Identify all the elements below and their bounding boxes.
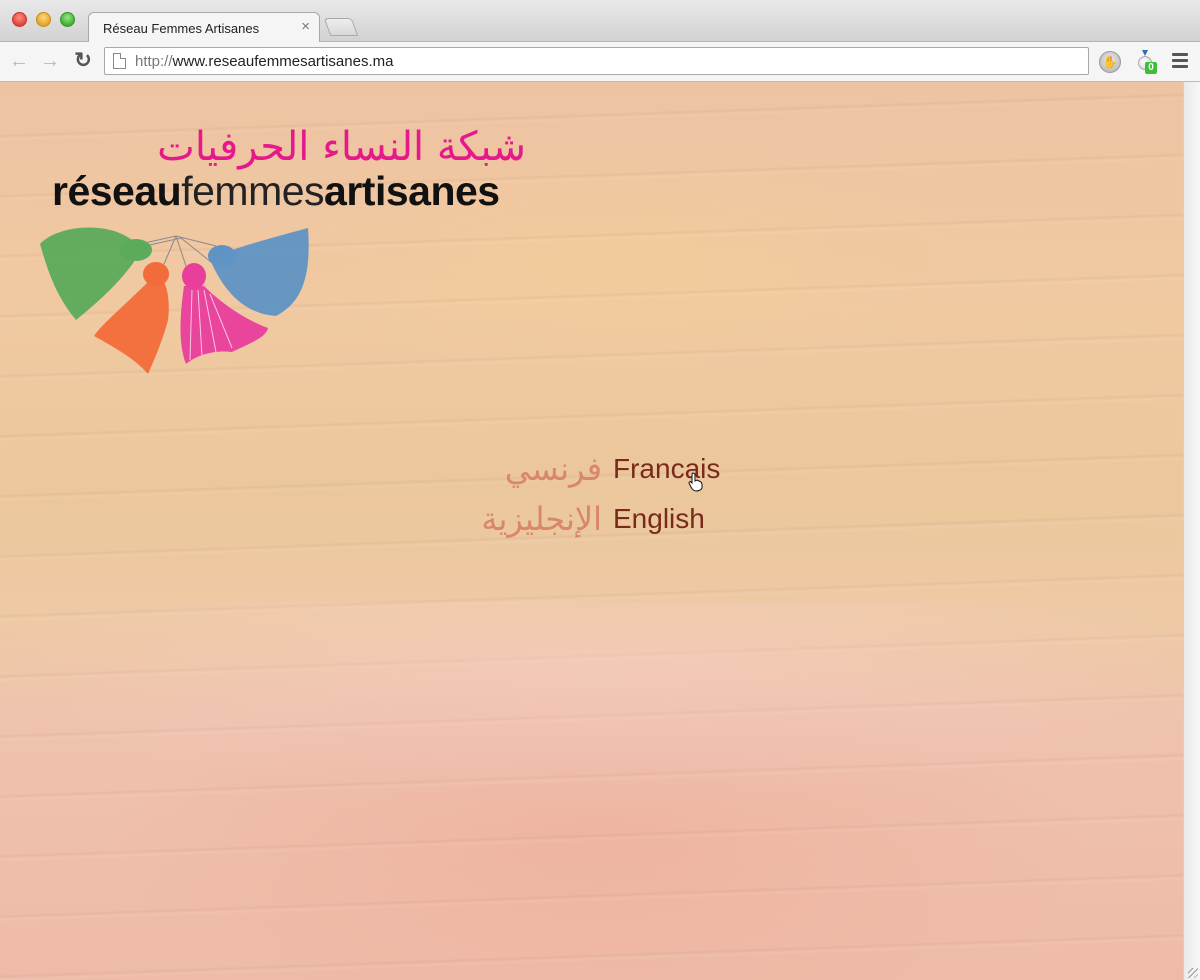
language-link-english[interactable]: الإنجليزية English [440,500,760,550]
back-arrow-icon[interactable]: ← [7,49,31,73]
extension-badge-icon[interactable]: 0 [1136,50,1157,74]
reload-icon[interactable]: ↻ [71,49,95,73]
tassels-logo-icon [40,227,309,374]
tab-title: Réseau Femmes Artisanes [103,21,260,36]
extension-hand-icon[interactable]: ✋ [1099,51,1121,73]
browser-titlebar: Réseau Femmes Artisanes × [0,0,1200,43]
browser-chrome: Réseau Femmes Artisanes × ← → ↻ http://w… [0,0,1200,82]
window-close-button[interactable] [12,12,27,27]
hand-cursor-icon [688,472,703,492]
new-tab-button[interactable] [323,18,359,36]
language-french-arabic[interactable]: فرنسي [505,450,602,488]
logo-word-femmes: femmes [181,168,325,214]
page-viewport: شبكة النساء الحرفيات réseaufemmesartisan… [0,82,1183,980]
logo-latin-text: réseaufemmesartisanes [52,168,500,215]
logo-arabic-text: شبكة النساء الحرفيات [157,124,526,170]
url-host: www.reseaufemmesartisanes.ma [172,53,394,70]
window-maximize-button[interactable] [60,12,75,27]
language-french-label[interactable]: Francais [613,453,720,485]
badge-count: 0 [1145,62,1157,74]
page-icon [113,53,126,69]
language-english-arabic[interactable]: الإنجليزية [481,500,602,538]
tab-close-icon[interactable]: × [301,18,310,35]
browser-toolbar: ← → ↻ http://www.reseaufemmesartisanes.m… [0,42,1200,82]
language-link-french[interactable]: فرنسي Francais [440,450,760,500]
window-minimize-button[interactable] [36,12,51,27]
logo-word-artisanes: artisanes [324,168,500,214]
page-scrollbar[interactable] [1183,82,1200,980]
menu-icon[interactable] [1172,53,1188,69]
logo-word-reseau: réseau [52,168,182,214]
forward-arrow-icon[interactable]: → [38,49,62,73]
language-menu: فرنسي Francais الإنجليزية English [440,450,760,550]
resize-grip-icon[interactable] [1188,968,1198,978]
browser-tab-active[interactable]: Réseau Femmes Artisanes × [88,12,320,43]
language-english-label[interactable]: English [613,503,705,535]
address-bar[interactable]: http://www.reseaufemmesartisanes.ma [104,47,1089,75]
url-scheme: http:// [135,53,173,70]
url-text[interactable]: http://www.reseaufemmesartisanes.ma [135,53,393,70]
